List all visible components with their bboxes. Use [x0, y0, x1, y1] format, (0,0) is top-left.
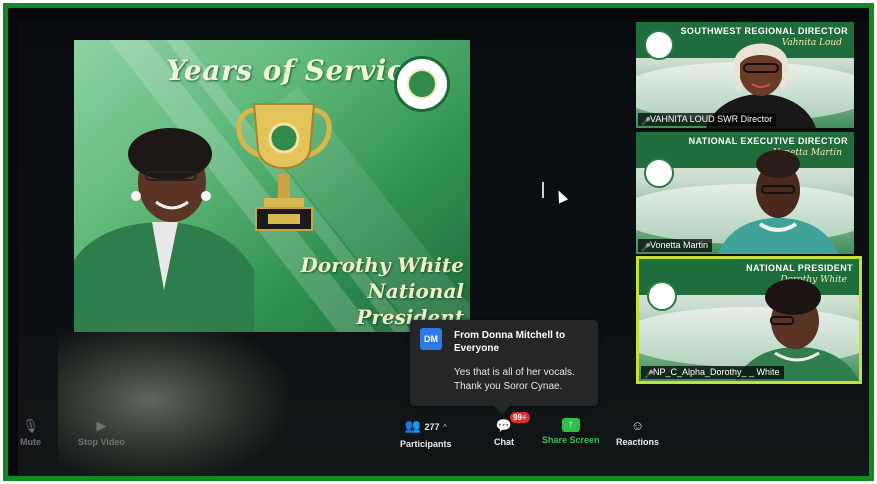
slide-name-block: Dorothy White National President — [264, 252, 465, 330]
shared-screen-slide: Years of Service Dorothy White National … — [74, 40, 470, 332]
share-screen-button[interactable]: ↑ Share Screen — [542, 418, 600, 445]
chevron-up-icon: ^ — [443, 423, 447, 432]
org-logo-icon — [644, 30, 674, 60]
microphone-icon: 🎙 — [22, 418, 39, 433]
zoom-meeting-window: Years of Service Dorothy White National … — [18, 20, 869, 476]
participants-count: 277 — [424, 422, 440, 432]
reactions-button[interactable]: ☺ Reactions — [616, 418, 659, 447]
text-cursor — [542, 182, 544, 198]
chat-notification-message: Yes that is all of her vocals. Thank you… — [454, 367, 575, 392]
org-logo-icon — [647, 281, 677, 311]
sender-avatar: DM — [420, 328, 442, 350]
mute-button[interactable]: 🎙 Mute — [20, 418, 41, 447]
screen-glare — [58, 320, 288, 476]
participant-name-label: 🎤 Vonetta Martin — [638, 239, 713, 252]
chat-notification-title: From Donna Mitchell to Everyone — [454, 330, 566, 354]
tile-banner: NATIONAL PRESIDENT — [746, 263, 853, 273]
people-icon: 👥 277 ^ — [404, 418, 447, 433]
chat-notification[interactable]: DM From Donna Mitchell to Everyone Yes t… — [410, 320, 598, 414]
slide-name: Dorothy White — [300, 253, 465, 277]
mouse-pointer-icon — [553, 188, 569, 204]
sorority-seal-icon — [394, 56, 450, 112]
participant-name-label: 🎤 VAHNITA LOUD SWR Director — [638, 113, 777, 126]
slide-title: Years of Service — [166, 54, 423, 87]
video-camera-icon: ▶ — [96, 418, 107, 433]
org-logo-icon — [644, 158, 674, 188]
microphone-muted-icon: 🎤 — [641, 243, 651, 252]
chat-unread-badge: 99+ — [510, 412, 530, 423]
participant-name-label: 🎤 NP_C_Alpha_Dorothy_ _ White — [641, 366, 784, 379]
microphone-muted-icon: 🎤 — [644, 370, 654, 379]
participant-tile-vahnita[interactable]: SOUTHWEST REGIONAL DIRECTOR Vahnita Loud… — [636, 22, 854, 128]
participants-button[interactable]: 👥 277 ^ Participants — [400, 418, 452, 449]
smiley-plus-icon: ☺ — [630, 418, 645, 433]
presenter-portrait — [74, 128, 254, 332]
photo-frame: Years of Service Dorothy White National … — [3, 3, 874, 481]
participant-tile-vonetta[interactable]: NATIONAL EXECUTIVE DIRECTOR Vonetta Mart… — [636, 132, 854, 254]
microphone-muted-icon: 🎤 — [641, 117, 651, 126]
participant-tile-dorothy-active-speaker[interactable]: NATIONAL PRESIDENT Dorothy White 🎤 NP_C_A… — [636, 256, 862, 384]
stop-video-button[interactable]: ▶ Stop Video — [78, 418, 125, 447]
chat-button[interactable]: 💬 99+ Chat — [494, 412, 530, 447]
participant-video — [718, 150, 838, 254]
chat-bubble-icon: 💬 99+ — [494, 412, 530, 434]
share-screen-icon: ↑ — [561, 418, 580, 432]
